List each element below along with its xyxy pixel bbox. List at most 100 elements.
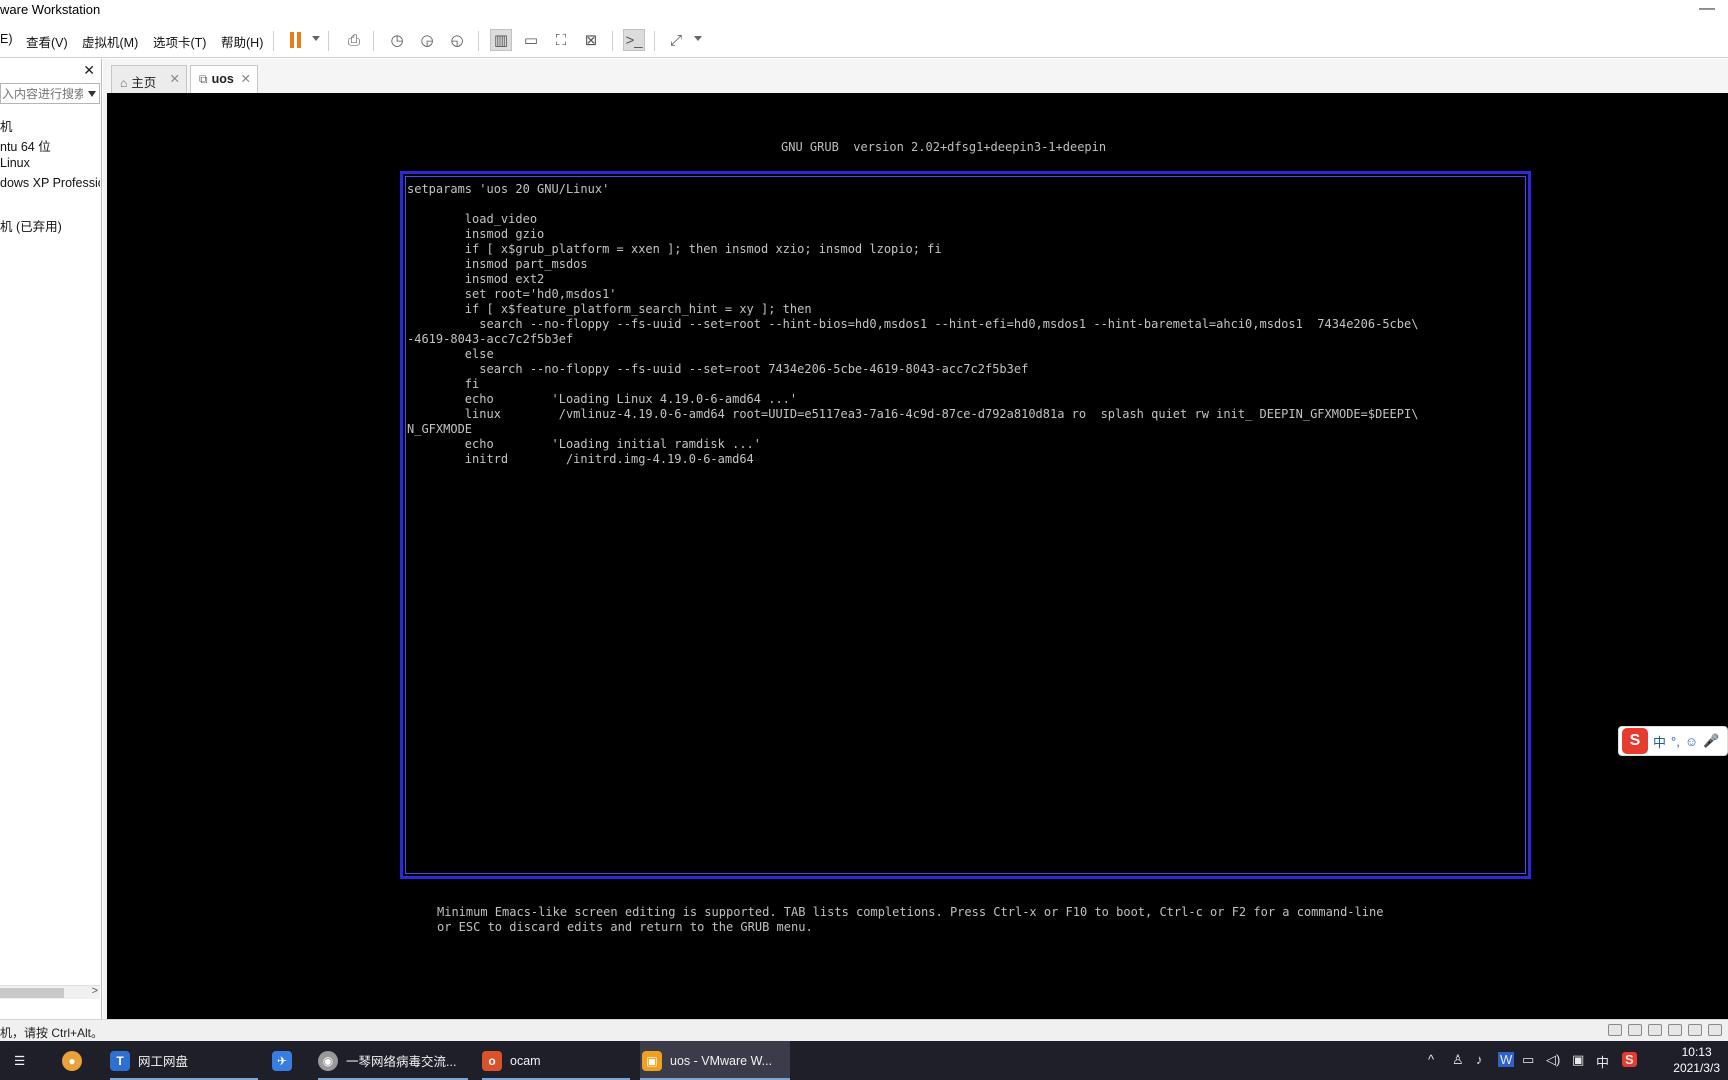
scrollbar-thumb[interactable]: [0, 988, 64, 998]
menu-tabs[interactable]: 选项卡(T): [153, 32, 206, 51]
chrome-icon[interactable]: ●: [62, 1041, 92, 1080]
grub-line[interactable]: set root='hd0,msdos1': [407, 287, 1525, 302]
tree-item-ubuntu[interactable]: ntu 64 位: [0, 134, 100, 154]
mic-icon[interactable]: 🎤: [1703, 733, 1719, 749]
taskbar-item-vmware[interactable]: ▣ uos - VMware W...: [640, 1041, 790, 1080]
toolbar-separator: [612, 31, 613, 51]
revert-snapshot-icon[interactable]: ◶: [416, 29, 438, 51]
grub-line[interactable]: fi: [407, 377, 1525, 392]
vm-console[interactable]: GNU GRUB version 2.02+dfsg1+deepin3-1+de…: [107, 93, 1728, 1019]
tray-word-icon[interactable]: W: [1498, 1052, 1515, 1067]
task-view-icon[interactable]: ☰: [14, 1041, 44, 1080]
grub-line[interactable]: linux /vmlinuz-4.19.0-6-amd64 root=UUID=…: [407, 407, 1525, 422]
tray-battery-icon[interactable]: ▭: [1522, 1052, 1534, 1068]
close-icon[interactable]: ✕: [241, 71, 251, 86]
grub-line[interactable]: echo 'Loading initial ramdisk ...': [407, 437, 1525, 452]
usb-icon[interactable]: [1668, 1024, 1682, 1036]
taskbar-item-yiqin[interactable]: ◉ 一琴网络病毒交流...: [318, 1041, 468, 1080]
grub-editor-text[interactable]: setparams 'uos 20 GNU/Linux' load_video …: [407, 182, 1525, 467]
chrome-logo-icon: ●: [62, 1050, 82, 1071]
avatar-icon: ◉: [318, 1050, 338, 1071]
tab-uos[interactable]: ⧉ uos ✕: [190, 65, 258, 94]
grub-line[interactable]: insmod part_msdos: [407, 257, 1525, 272]
thumbnail-bar-icon[interactable]: ▭: [520, 29, 542, 51]
minimize-button[interactable]: —: [1696, 0, 1718, 18]
console-view-icon[interactable]: >_: [623, 29, 645, 51]
emoji-icon[interactable]: ☺: [1685, 734, 1698, 749]
chevron-right-icon[interactable]: >: [92, 985, 98, 997]
tree-item-linux[interactable]: Linux: [0, 154, 100, 174]
tab-home[interactable]: ⌂ 主页 ✕: [111, 65, 187, 93]
show-library-icon[interactable]: ▥: [490, 29, 512, 51]
snapshot-manager-icon[interactable]: ◵: [446, 29, 468, 51]
library-search-input[interactable]: [1, 84, 83, 103]
grub-line[interactable]: search --no-floppy --fs-uuid --set=root …: [407, 317, 1525, 332]
menu-vm[interactable]: 虚拟机(M): [82, 32, 138, 51]
taskbar-label: 网工网盘: [138, 1055, 189, 1069]
network-icon[interactable]: [1648, 1024, 1662, 1036]
show-hidden-icons-icon[interactable]: ^: [1428, 1052, 1434, 1067]
title-bar: ware Workstation —: [0, 0, 1728, 22]
ime-mode[interactable]: 中: [1653, 732, 1666, 751]
tray-app-icon[interactable]: ♙: [1452, 1052, 1464, 1068]
network-tray-icon[interactable]: ▣: [1572, 1052, 1584, 1068]
grub-line[interactable]: insmod gzio: [407, 227, 1525, 242]
volume-icon[interactable]: ◁): [1546, 1052, 1560, 1068]
fullscreen-icon[interactable]: ⛶: [550, 29, 572, 51]
tray-mic-icon[interactable]: ♪: [1476, 1052, 1483, 1067]
snapshot-icon[interactable]: ◷: [386, 29, 408, 51]
sogou-tray-icon[interactable]: S: [1622, 1052, 1637, 1067]
grub-line[interactable]: [407, 197, 1525, 212]
wangpan-icon: T: [110, 1050, 130, 1071]
tree-item-windows-xp[interactable]: dows XP Professic: [0, 174, 100, 194]
grub-line[interactable]: -4619-8043-acc7c2f5b3ef: [407, 332, 1525, 347]
grub-line[interactable]: insmod ext2: [407, 272, 1525, 287]
hdd-icon[interactable]: [1608, 1024, 1622, 1036]
grub-line[interactable]: N_GFXMODE: [407, 422, 1525, 437]
printer-icon[interactable]: [1688, 1024, 1702, 1036]
toolbar-separator: [273, 31, 274, 51]
stretch-guest-icon[interactable]: ⤢: [665, 29, 687, 51]
grub-line[interactable]: load_video: [407, 212, 1525, 227]
grub-line[interactable]: if [ x$grub_platform = xxen ]; then insm…: [407, 242, 1525, 257]
pause-icon-bar: [297, 32, 301, 48]
library-scrollbar[interactable]: >: [0, 985, 100, 999]
menu-help[interactable]: 帮助(H): [221, 32, 263, 51]
grub-help-line: Minimum Emacs-like screen editing is sup…: [437, 905, 1384, 919]
grub-line[interactable]: setparams 'uos 20 GNU/Linux': [407, 182, 1525, 197]
display-icon[interactable]: [1708, 1024, 1722, 1036]
menu-edit[interactable]: E): [0, 32, 13, 46]
pause-dropdown-icon[interactable]: [312, 36, 320, 41]
send-ctrl-alt-del-icon[interactable]: ⎙: [343, 29, 365, 51]
tree-item-my-computer[interactable]: 机: [0, 114, 100, 134]
library-panel: ✕ 机 ntu 64 位 Linux dows XP Professic 机 (…: [0, 59, 102, 1019]
grub-line[interactable]: echo 'Loading Linux 4.19.0-6-amd64 ...': [407, 392, 1525, 407]
ime-toolbar[interactable]: S 中 °, ☺ 🎤: [1618, 726, 1728, 756]
grub-line[interactable]: search --no-floppy --fs-uuid --set=root …: [407, 362, 1525, 377]
close-icon[interactable]: ✕: [170, 71, 180, 86]
taskbar-item-feishu[interactable]: ✈: [272, 1041, 302, 1080]
tree-item-deprecated[interactable]: 机 (已弃用): [0, 214, 100, 234]
vm-icon: ⧉: [199, 72, 208, 86]
system-clock[interactable]: 10:13 2021/3/3: [1673, 1044, 1720, 1076]
ime-punct[interactable]: °,: [1671, 734, 1680, 749]
tree-item-empty: [0, 194, 100, 214]
menu-view[interactable]: 查看(V): [26, 32, 68, 51]
unity-icon[interactable]: ⊠: [580, 29, 602, 51]
grub-line[interactable]: else: [407, 347, 1525, 362]
window-title: ware Workstation: [0, 2, 101, 17]
pause-button[interactable]: [285, 29, 307, 51]
search-dropdown-icon[interactable]: [88, 91, 96, 97]
sogou-logo-icon: S: [1622, 728, 1648, 754]
grub-help-line: or ESC to discard edits and return to th…: [437, 920, 813, 934]
cdrom-icon[interactable]: [1628, 1024, 1642, 1036]
taskbar-item-ocam[interactable]: o ocam: [482, 1041, 630, 1080]
grub-line[interactable]: if [ x$feature_platform_search_hint = xy…: [407, 302, 1525, 317]
menu-toolbar: E) 查看(V) 虚拟机(M) 选项卡(T) 帮助(H) ⎙ ◷ ◶ ◵ ▥ ▭…: [0, 22, 1728, 58]
close-library-icon[interactable]: ✕: [83, 62, 95, 79]
taskbar-item-wanggong[interactable]: T 网工网盘: [110, 1041, 258, 1080]
input-lang-indicator[interactable]: 中: [1596, 1052, 1609, 1071]
grub-line[interactable]: initrd /initrd.img-4.19.0-6-amd64: [407, 452, 1525, 467]
grub-editor[interactable]: setparams 'uos 20 GNU/Linux' load_video …: [400, 171, 1531, 879]
stretch-dropdown-icon[interactable]: [694, 36, 702, 41]
